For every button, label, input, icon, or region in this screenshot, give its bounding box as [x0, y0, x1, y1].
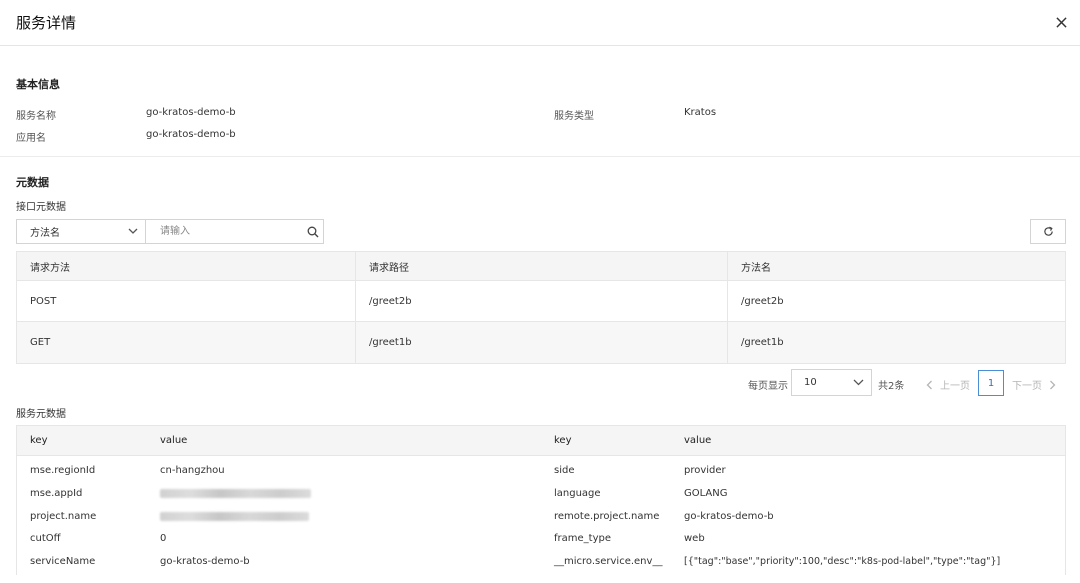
meta-key: project.name: [30, 511, 97, 522]
service-metadata-table: key value key value mse.regionId cn-hang…: [16, 425, 1066, 575]
dialog-title: 服务详情: [16, 14, 77, 32]
chevron-down-icon: [128, 228, 138, 234]
next-page-button[interactable]: 下一页: [1012, 377, 1056, 392]
metadata-title: 元数据: [16, 176, 49, 189]
interface-metadata-title: 接口元数据: [16, 202, 66, 213]
meta-key: cutOff: [30, 533, 61, 544]
column-header-request-method: 请求方法: [17, 252, 356, 280]
meta-key: frame_type: [554, 533, 611, 544]
column-header-value: value: [684, 435, 712, 446]
meta-value: [{"tag":"base","priority":100,"desc":"k8…: [684, 556, 1001, 567]
method-filter-value: 方法名: [30, 228, 60, 239]
refresh-button[interactable]: [1030, 219, 1066, 244]
total-count: 共2条: [878, 381, 905, 392]
service-name-value: go-kratos-demo-b: [146, 107, 236, 118]
chevron-right-icon: [1050, 380, 1056, 389]
basic-info-title: 基本信息: [16, 78, 60, 91]
chevron-left-icon: [926, 380, 932, 389]
chevron-down-icon: [853, 379, 864, 386]
table-cell: /greet1b: [741, 337, 784, 348]
service-name-label: 服务名称: [16, 111, 56, 122]
table-row: GET /greet1b /greet1b: [17, 322, 1065, 363]
column-header-key: key: [554, 435, 572, 446]
page-size-label: 每页显示: [748, 381, 788, 392]
refresh-icon: [1043, 226, 1053, 236]
column-header-request-path: 请求路径: [356, 252, 728, 280]
table-row: POST /greet2b /greet2b: [17, 281, 1065, 322]
table-cell: /greet2b: [356, 281, 728, 321]
page-number-button[interactable]: 1: [978, 370, 1004, 396]
meta-key: mse.regionId: [30, 465, 96, 476]
service-type-label: 服务类型: [554, 111, 594, 122]
meta-value: GOLANG: [684, 488, 728, 499]
meta-key: __micro.service.env__: [554, 556, 663, 567]
prev-page-button[interactable]: 上一页: [926, 377, 970, 392]
redacted-value: [160, 489, 311, 498]
app-name-value: go-kratos-demo-b: [146, 129, 236, 140]
meta-value: provider: [684, 465, 726, 476]
meta-key: side: [554, 465, 575, 476]
meta-value: cn-hangzhou: [160, 465, 225, 476]
search-input[interactable]: [160, 220, 310, 243]
meta-key: serviceName: [30, 556, 96, 567]
table-cell: /greet2b: [741, 295, 784, 307]
next-page-label: 下一页: [1012, 381, 1042, 392]
table-header-row: 请求方法 请求路径 方法名: [17, 252, 1065, 281]
service-metadata-title: 服务元数据: [16, 409, 66, 420]
table-header-row: key value key value: [17, 426, 1065, 456]
page-size-select[interactable]: 10: [791, 369, 872, 396]
close-icon: [1055, 16, 1067, 28]
meta-key: mse.appId: [30, 488, 83, 499]
search-icon[interactable]: [307, 226, 319, 238]
meta-key: language: [554, 488, 601, 499]
table-cell: POST: [17, 281, 356, 321]
method-filter-select[interactable]: 方法名: [16, 219, 146, 244]
meta-value: web: [684, 533, 705, 544]
table-cell: /greet1b: [356, 322, 728, 363]
dialog-header: 服务详情: [0, 0, 1080, 46]
meta-value: go-kratos-demo-b: [160, 556, 250, 567]
meta-value: go-kratos-demo-b: [684, 511, 774, 522]
column-header-key: key: [30, 435, 48, 446]
page-size-value: 10: [804, 377, 817, 388]
column-header-value: value: [160, 435, 188, 446]
meta-key: remote.project.name: [554, 511, 660, 522]
section-divider: [0, 156, 1080, 157]
search-field: [146, 219, 324, 244]
service-type-value: Kratos: [684, 107, 717, 118]
meta-value: 0: [160, 533, 167, 544]
column-header-method-name: 方法名: [741, 262, 771, 274]
prev-page-label: 上一页: [940, 381, 970, 392]
table-cell: GET: [17, 322, 356, 363]
close-button[interactable]: [1052, 13, 1070, 31]
app-name-label: 应用名: [16, 133, 46, 144]
interface-table: 请求方法 请求路径 方法名 POST /greet2b /greet2b GET…: [16, 251, 1066, 364]
redacted-value: [160, 512, 309, 521]
